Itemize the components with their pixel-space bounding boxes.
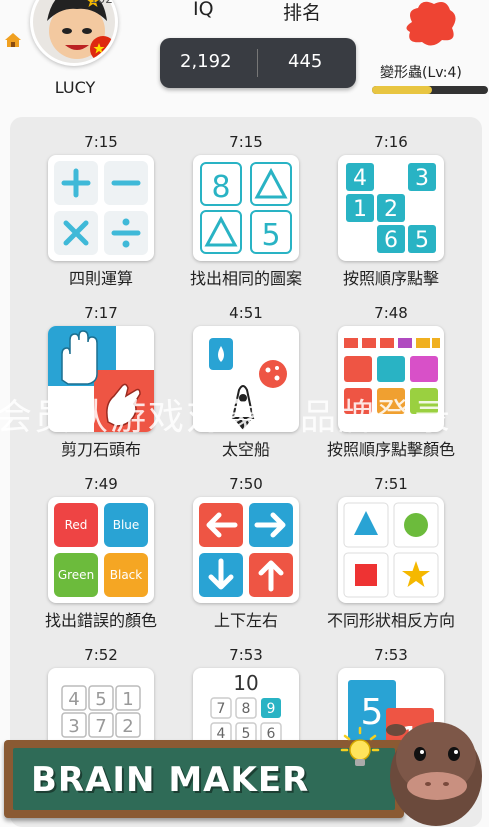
brain-maker-banner[interactable]: BRAIN MAKER (4, 722, 489, 826)
tile-number: 8 (211, 170, 230, 205)
color-word: Blue (113, 518, 140, 532)
math-operators-icon[interactable] (48, 155, 154, 261)
banner-inner: BRAIN MAKER (13, 748, 395, 810)
banner-title: BRAIN MAKER (31, 760, 310, 800)
tile-number: 4 (68, 689, 79, 710)
shapes-icon[interactable] (338, 497, 444, 603)
arrows-icon[interactable] (193, 497, 299, 603)
tile-number: 3 (68, 716, 79, 737)
game-tile[interactable]: 7:15 四則運算 (26, 133, 176, 303)
game-time: 7:15 (84, 133, 118, 151)
tile-number: 9 (267, 701, 276, 717)
game-tile[interactable]: 7:50 上下左右 (171, 475, 321, 645)
tile-number: 7 (95, 716, 106, 737)
game-time: 7:52 (84, 646, 118, 664)
tile-number: 5 (415, 228, 429, 253)
game-time: 7:15 (229, 133, 263, 151)
game-name: 按照順序點擊 (342, 269, 439, 288)
tile-number: 3 (415, 166, 429, 191)
color-word: Black (110, 568, 143, 582)
tile-number: 4 (353, 166, 367, 191)
game-time: 4:51 (229, 304, 263, 322)
watermark: 会员认游戏对象一品牌登录 (0, 397, 453, 438)
tile-number: 2 (122, 716, 133, 737)
level-text: 變形蟲(Lv:4) (380, 65, 462, 81)
divider (257, 49, 258, 77)
tile-number: 2 (384, 197, 398, 222)
game-tile[interactable]: 7:15 8 5 找出相同的圖案 (171, 133, 321, 303)
game-time: 7:50 (229, 475, 263, 493)
tile-number: 5 (261, 218, 280, 253)
game-tile[interactable]: 7:51 不同形狀相反方向 (316, 475, 466, 645)
game-time: 7:16 (374, 133, 408, 151)
game-time: 7:53 (229, 646, 263, 664)
home-icon[interactable] (4, 32, 22, 48)
top-bar: 102 LUCY IQ 排名 2,192 445 變形蟲(Lv:4) (0, 0, 489, 108)
game-time: 7:48 (374, 304, 408, 322)
number-grid-icon[interactable]: 4 3 1 2 6 5 (338, 155, 444, 261)
platypus-mascot-icon (386, 722, 482, 826)
game-time: 7:53 (374, 646, 408, 664)
game-name: 不同形狀相反方向 (326, 611, 455, 630)
star-count: 102 (90, 0, 113, 6)
color-word: Red (65, 518, 88, 532)
game-tile[interactable]: 7:16 4 3 1 2 6 5 按照順序點擊 (316, 133, 466, 303)
iq-value: 2,192 (180, 51, 232, 72)
game-time: 7:51 (374, 475, 408, 493)
xp-progress-bar (372, 86, 488, 94)
tile-number: 1 (122, 689, 133, 710)
game-time: 7:49 (84, 475, 118, 493)
stats-box: 2,192 445 (160, 38, 356, 88)
tile-number: 7 (217, 701, 226, 717)
iq-label: IQ (193, 0, 214, 20)
game-time: 7:17 (84, 304, 118, 322)
username: LUCY (54, 78, 96, 97)
color-word: Green (58, 568, 94, 582)
tile-number: 1 (353, 197, 367, 222)
target-number: 10 (233, 671, 258, 695)
amoeba-pet-icon[interactable] (402, 0, 458, 50)
matching-tiles-icon[interactable]: 8 5 (193, 155, 299, 261)
rank-value: 445 (288, 51, 323, 72)
rank-label: 排名 (283, 2, 322, 24)
tile-number: 8 (242, 701, 251, 717)
xp-progress-fill (372, 86, 433, 94)
lightbulb-icon (340, 726, 380, 766)
game-tile[interactable]: 7:49 Red Blue Green Black 找出錯誤的顏色 (26, 475, 176, 645)
tile-number: 6 (384, 228, 398, 253)
color-words-icon[interactable]: Red Blue Green Black (48, 497, 154, 603)
tile-number: 5 (95, 689, 106, 710)
avatar[interactable] (30, 0, 118, 66)
